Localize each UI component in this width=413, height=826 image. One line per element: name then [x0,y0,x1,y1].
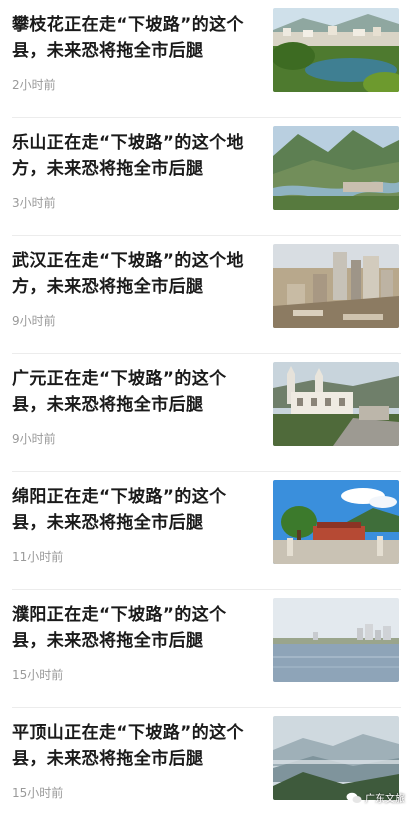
news-title[interactable]: 绵阳正在走“下坡路”的这个县，未来恐将拖全市后腿 [12,484,258,536]
news-item[interactable]: 攀枝花正在走“下坡路”的这个县，未来恐将拖全市后腿 2小时前 [0,0,413,118]
wechat-icon [346,792,362,803]
news-time: 9小时前 [12,314,56,328]
news-time: 2小时前 [12,78,56,92]
news-item[interactable]: 濮阳正在走“下坡路”的这个县，未来恐将拖全市后腿 15小时前 [0,590,413,708]
news-time: 3小时前 [12,196,56,210]
news-time: 11小时前 [12,550,64,564]
news-title[interactable]: 濮阳正在走“下坡路”的这个县，未来恐将拖全市后腿 [12,602,258,654]
watermark: 广东文旅 [346,790,405,805]
news-item[interactable]: 平顶山正在走“下坡路”的这个县，未来恐将拖全市后腿 15小时前 [0,708,413,826]
news-title[interactable]: 平顶山正在走“下坡路”的这个县，未来恐将拖全市后腿 [12,720,258,772]
news-title[interactable]: 广元正在走“下坡路”的这个县，未来恐将拖全市后腿 [12,366,258,418]
news-time: 15小时前 [12,786,64,800]
news-thumbnail[interactable] [273,598,399,682]
news-item[interactable]: 武汉正在走“下坡路”的这个地方，未来恐将拖全市后腿 9小时前 [0,236,413,354]
news-thumbnail[interactable] [273,716,399,800]
news-time: 15小时前 [12,668,64,682]
news-thumbnail[interactable] [273,480,399,564]
news-feed: 攀枝花正在走“下坡路”的这个县，未来恐将拖全市后腿 2小时前 乐山正在走“下坡路… [0,0,413,819]
news-thumbnail[interactable] [273,8,399,92]
watermark-text: 广东文旅 [365,794,405,805]
news-thumbnail[interactable] [273,126,399,210]
news-title[interactable]: 武汉正在走“下坡路”的这个地方，未来恐将拖全市后腿 [12,248,258,300]
news-item[interactable]: 广元正在走“下坡路”的这个县，未来恐将拖全市后腿 9小时前 [0,354,413,472]
news-thumbnail[interactable] [273,244,399,328]
news-thumbnail[interactable] [273,362,399,446]
news-item[interactable]: 乐山正在走“下坡路”的这个地方，未来恐将拖全市后腿 3小时前 [0,118,413,236]
news-title[interactable]: 乐山正在走“下坡路”的这个地方，未来恐将拖全市后腿 [12,130,258,182]
news-time: 9小时前 [12,432,56,446]
news-item[interactable]: 绵阳正在走“下坡路”的这个县，未来恐将拖全市后腿 11小时前 [0,472,413,590]
news-title[interactable]: 攀枝花正在走“下坡路”的这个县，未来恐将拖全市后腿 [12,12,258,64]
